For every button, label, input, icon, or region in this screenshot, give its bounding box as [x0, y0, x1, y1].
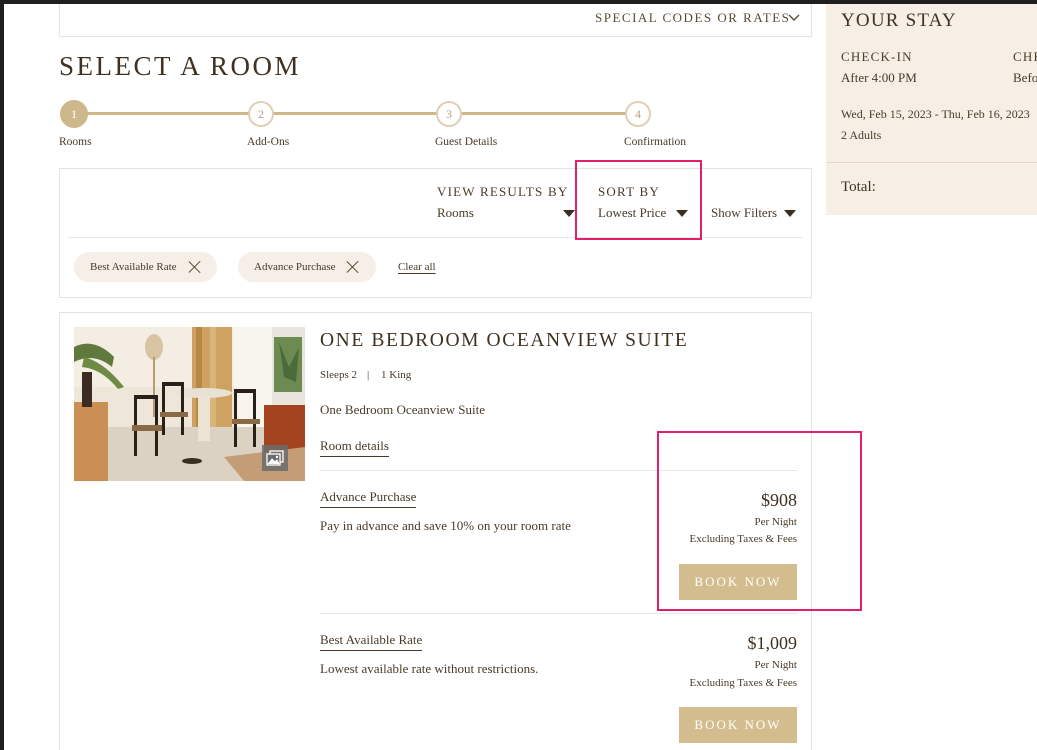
- special-codes-bar: SPECIAL CODES OR RATES: [59, 4, 812, 37]
- your-stay-panel: YOUR STAY CHECK-IN After 4:00 PM CHE Bef…: [826, 4, 1037, 215]
- room-photo[interactable]: [74, 327, 305, 481]
- step-3-dot: 3: [436, 101, 462, 127]
- rate-best-available-link[interactable]: Best Available Rate: [320, 632, 423, 651]
- price-highlight-box: [657, 431, 862, 611]
- checkin-value: After 4:00 PM: [841, 70, 917, 85]
- rate-price: $1,009: [747, 633, 798, 653]
- rate-divider: [320, 613, 797, 614]
- close-icon[interactable]: [346, 260, 360, 274]
- room-description: One Bedroom Oceanview Suite: [320, 402, 485, 417]
- step-3-label: Guest Details: [435, 136, 498, 148]
- chevron-down-icon: [788, 14, 800, 21]
- your-stay-title: YOUR STAY: [841, 10, 957, 31]
- room-sleeps: Sleeps 2: [320, 369, 357, 381]
- rate-description: Lowest available rate without restrictio…: [320, 661, 539, 676]
- room-bed: 1 King: [381, 369, 412, 381]
- checkin-label: CHECK-IN: [841, 49, 913, 64]
- checkout-value: Befo: [1013, 70, 1037, 85]
- rate-tax-note: Excluding Taxes & Fees: [689, 677, 797, 689]
- page-title: SELECT A ROOM: [59, 51, 302, 81]
- step-4-label: Confirmation: [624, 136, 686, 148]
- gallery-icon[interactable]: [266, 450, 284, 466]
- room-details-link[interactable]: Room details: [320, 438, 389, 457]
- checkout-label: CHE: [1013, 49, 1037, 64]
- stay-dates: Wed, Feb 15, 2023 - Thu, Feb 16, 2023: [841, 107, 1030, 121]
- step-2-label: Add-Ons: [247, 136, 290, 148]
- filter-chip-label: Best Available Rate: [90, 261, 177, 273]
- step-4-dot: 4: [625, 101, 651, 127]
- view-results-value: Rooms: [437, 205, 474, 220]
- caret-down-icon: [784, 210, 796, 217]
- show-filters-toggle[interactable]: Show Filters: [711, 205, 801, 223]
- filter-chip-advance-purchase[interactable]: Advance Purchase: [238, 252, 376, 282]
- stay-guests: 2 Adults: [841, 128, 882, 142]
- rate-per-night: Per Night: [754, 659, 797, 671]
- close-icon[interactable]: [188, 260, 202, 274]
- show-filters-label: Show Filters: [711, 205, 778, 220]
- book-now-button[interactable]: BOOK NOW: [679, 707, 797, 743]
- view-results-dropdown[interactable]: VIEW RESULTS BY Rooms: [437, 184, 577, 224]
- step-2-dot: 2: [248, 101, 274, 127]
- room-name: ONE BEDROOM OCEANVIEW SUITE: [320, 330, 689, 351]
- room-spec-separator: |: [367, 369, 370, 381]
- filter-chip-best-available[interactable]: Best Available Rate: [74, 252, 217, 282]
- filter-chip-label: Advance Purchase: [254, 261, 336, 273]
- step-1-dot: 1: [60, 100, 88, 128]
- special-codes-toggle[interactable]: SPECIAL CODES OR RATES: [595, 10, 790, 26]
- rate-advance-purchase-link[interactable]: Advance Purchase: [320, 489, 417, 508]
- stay-divider: [826, 162, 1037, 163]
- caret-down-icon: [563, 210, 575, 217]
- view-results-label: VIEW RESULTS BY: [437, 184, 569, 199]
- step-1-label: Rooms: [59, 136, 92, 148]
- sort-highlight-box: [575, 160, 702, 240]
- clear-all-link[interactable]: Clear all: [398, 261, 436, 273]
- page: SPECIAL CODES OR RATES SELECT A ROOM 1 2…: [4, 4, 1037, 750]
- total-label: Total:: [841, 179, 876, 195]
- rate-description: Pay in advance and save 10% on your room…: [320, 518, 571, 533]
- stepper-line: [72, 112, 638, 115]
